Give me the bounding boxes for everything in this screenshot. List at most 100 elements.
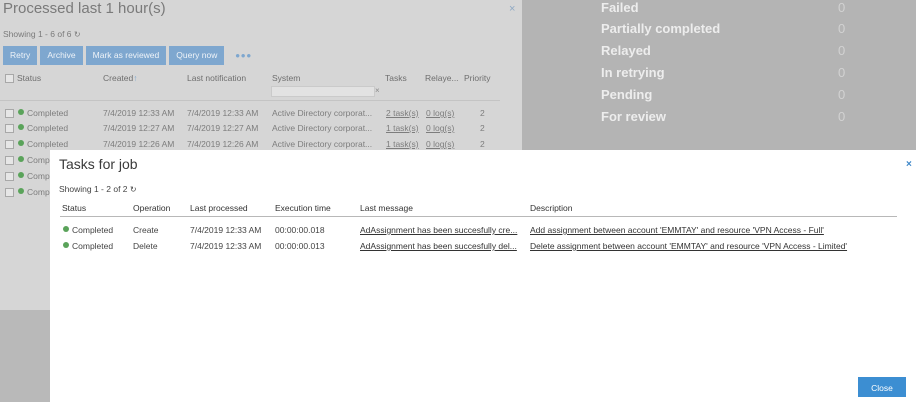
row-status: Completed (18, 139, 68, 149)
row-created: 7/4/2019 12:33 AM (103, 108, 175, 118)
close-button[interactable]: Close (858, 377, 906, 397)
stat-failed-value: 0 (838, 0, 846, 15)
close-icon[interactable]: × (906, 159, 912, 170)
stat-pending-value: 0 (838, 87, 846, 102)
showing-text: Showing 1 - 6 of 6 (3, 29, 72, 39)
row-system: Active Directory corporat... (272, 123, 373, 133)
stat-relayed-label[interactable]: Relayed (601, 43, 651, 58)
table-row[interactable]: Completed Create 7/4/2019 12:33 AM 00:00… (50, 223, 910, 238)
row-last-message-link[interactable]: AdAssignment has been succesfully cre... (360, 225, 517, 235)
column-priority[interactable]: Priority (464, 73, 490, 83)
column-operation[interactable]: Operation (133, 203, 170, 213)
column-status[interactable]: Status (17, 73, 41, 83)
row-tasks-link[interactable]: 1 task(s) (386, 123, 419, 133)
status-text: Completed (27, 108, 69, 118)
clear-filter-icon[interactable]: × (375, 86, 380, 95)
completed-status-icon (18, 109, 24, 115)
row-priority: 2 (480, 123, 485, 133)
stat-failed-label[interactable]: Failed (601, 0, 639, 15)
row-description-link[interactable]: Add assignment between account 'EMMTAY' … (530, 225, 824, 235)
more-actions-icon[interactable]: ••• (235, 48, 252, 63)
row-checkbox[interactable] (5, 140, 14, 149)
row-checkbox[interactable] (5, 124, 14, 133)
stat-partially-completed-value: 0 (838, 21, 846, 36)
panel-title: Processed last 1 hour(s) (3, 0, 166, 17)
row-tasks-link[interactable]: 1 task(s) (386, 139, 419, 149)
row-created: 7/4/2019 12:27 AM (103, 123, 175, 133)
mark-as-reviewed-button[interactable]: Mark as reviewed (85, 46, 167, 65)
row-status: Completed (63, 241, 113, 251)
row-status: Completed (18, 123, 68, 133)
retry-button[interactable]: Retry (3, 46, 38, 65)
table-row[interactable]: Completed 7/4/2019 12:33 AM 7/4/2019 12:… (0, 106, 500, 121)
row-last-processed: 7/4/2019 12:33 AM (190, 241, 262, 251)
column-created[interactable]: Created↑ (103, 73, 138, 83)
column-relayed[interactable]: Relaye... (425, 73, 459, 83)
row-status: Comp (18, 171, 50, 181)
row-checkbox[interactable] (5, 188, 14, 197)
row-status: Completed (18, 108, 68, 118)
status-text: Comp (27, 155, 50, 165)
column-created-label: Created (103, 73, 134, 83)
stat-in-retrying-label[interactable]: In retrying (601, 65, 665, 80)
query-now-button[interactable]: Query now (169, 46, 225, 65)
toolbar: Retry Archive Mark as reviewed Query now… (3, 46, 252, 65)
stat-for-review-value: 0 (838, 109, 846, 124)
stat-pending-label[interactable]: Pending (601, 87, 652, 102)
column-description[interactable]: Description (530, 203, 573, 213)
system-filter-input[interactable] (271, 86, 375, 97)
row-last-notification: 7/4/2019 12:27 AM (187, 123, 259, 133)
archive-button[interactable]: Archive (40, 46, 83, 65)
row-relayed-link[interactable]: 0 log(s) (426, 123, 454, 133)
row-description-link[interactable]: Delete assignment between account 'EMMTA… (530, 241, 847, 251)
status-text: Comp (27, 171, 50, 181)
row-execution-time: 00:00:00.018 (275, 225, 325, 235)
status-text: Completed (27, 139, 69, 149)
row-priority: 2 (480, 108, 485, 118)
column-last-notification[interactable]: Last notification (187, 73, 246, 83)
status-text: Comp (27, 187, 50, 197)
completed-status-icon (18, 188, 24, 194)
column-status[interactable]: Status (62, 203, 86, 213)
completed-status-icon (63, 242, 69, 248)
row-status: Comp (18, 187, 50, 197)
status-text: Completed (72, 225, 114, 235)
status-text: Completed (27, 123, 69, 133)
stat-for-review-label[interactable]: For review (601, 109, 666, 124)
column-last-processed[interactable]: Last processed (190, 203, 248, 213)
column-last-message[interactable]: Last message (360, 203, 413, 213)
table-row[interactable]: Completed 7/4/2019 12:27 AM 7/4/2019 12:… (0, 121, 500, 136)
completed-status-icon (18, 124, 24, 130)
column-tasks[interactable]: Tasks (385, 73, 407, 83)
row-system: Active Directory corporat... (272, 139, 373, 149)
completed-status-icon (18, 140, 24, 146)
refresh-icon[interactable]: ↻ (130, 185, 137, 194)
column-execution-time[interactable]: Execution time (275, 203, 331, 213)
row-priority: 2 (480, 139, 485, 149)
panel-close-icon[interactable]: × (509, 3, 515, 15)
table-row[interactable]: Completed Delete 7/4/2019 12:33 AM 00:00… (50, 239, 910, 254)
stat-in-retrying-value: 0 (838, 65, 846, 80)
column-system[interactable]: System (272, 73, 300, 83)
row-system: Active Directory corporat... (272, 108, 373, 118)
stat-relayed-value: 0 (838, 43, 846, 58)
row-relayed-link[interactable]: 0 log(s) (426, 108, 454, 118)
row-last-notification: 7/4/2019 12:26 AM (187, 139, 259, 149)
dialog-title: Tasks for job (59, 156, 138, 172)
showing-count: Showing 1 - 2 of 2 ↻ (59, 184, 137, 194)
row-checkbox[interactable] (5, 109, 14, 118)
row-execution-time: 00:00:00.013 (275, 241, 325, 251)
row-checkbox[interactable] (5, 156, 14, 165)
showing-count: Showing 1 - 6 of 6 ↻ (3, 29, 81, 39)
status-text: Completed (72, 241, 114, 251)
completed-status-icon (18, 172, 24, 178)
row-status: Comp (18, 155, 50, 165)
stat-partially-completed-label[interactable]: Partially completed (601, 21, 720, 36)
row-checkbox[interactable] (5, 172, 14, 181)
row-relayed-link[interactable]: 0 log(s) (426, 139, 454, 149)
row-last-message-link[interactable]: AdAssignment has been succesfully del... (360, 241, 517, 251)
refresh-icon[interactable]: ↻ (74, 30, 81, 39)
row-tasks-link[interactable]: 2 task(s) (386, 108, 419, 118)
row-created: 7/4/2019 12:26 AM (103, 139, 175, 149)
select-all-checkbox[interactable] (5, 74, 14, 83)
